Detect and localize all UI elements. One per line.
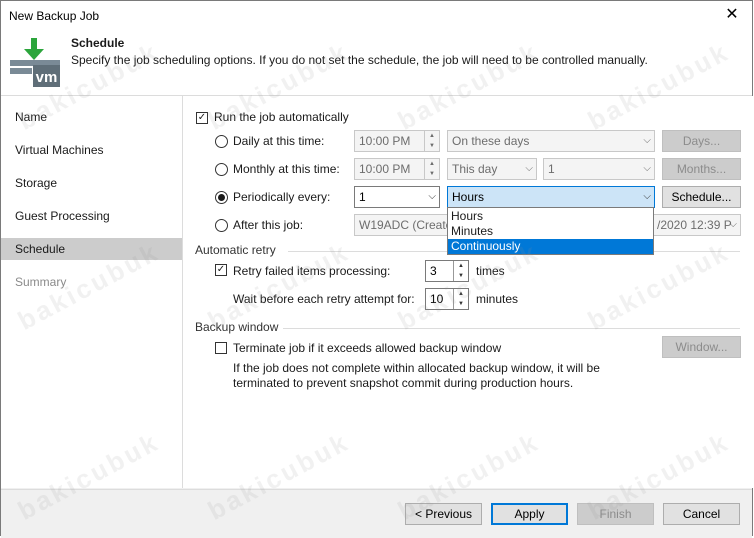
terminate-job-checkbox[interactable] [215,342,227,354]
retry-count-spinner-icon[interactable]: ▲ ▼ [453,261,468,281]
step-description: Specify the job scheduling options. If y… [71,53,648,67]
window-title: New Backup Job [9,9,100,23]
daily-time-spinner-icon[interactable]: ▲ ▼ [424,131,439,151]
dropdown-option-minutes[interactable]: Minutes [448,224,653,239]
monthly-day-number-select[interactable]: 1 ⌵ [543,158,655,180]
backup-window-heading: Backup window [195,320,279,334]
monthly-time-spinner-icon[interactable]: ▲ ▼ [424,159,439,179]
months-button[interactable]: Months... [662,158,741,180]
retry-count-input[interactable]: 3 ▲ ▼ [425,260,469,282]
sidebar-item-summary: Summary [15,275,67,289]
retry-wait-input[interactable]: 10 ▲ ▼ [425,288,469,310]
veeam-vm-logo-icon: vm [8,38,62,88]
after-job-radio[interactable] [215,219,228,232]
wizard-footer: < Previous Apply Finish Cancel [1,489,752,538]
run-automatically-checkbox[interactable]: ✓ [196,112,208,124]
previous-button[interactable]: < Previous [405,503,482,525]
wait-label: Wait before each retry attempt for: [233,292,415,306]
backup-window-note-line2: terminated to prevent snapshot commit du… [233,376,574,390]
sidebar-item-name[interactable]: Name [1,106,182,128]
daily-time-input[interactable]: 10:00 PM ▲ ▼ [354,130,440,152]
monthly-time-input[interactable]: 10:00 PM ▲ ▼ [354,158,440,180]
svg-text:vm: vm [36,69,58,86]
chevron-down-icon: ⌵ [729,219,737,230]
period-unit-dropdown-list: Hours Minutes Continuously [447,207,654,255]
periodically-label: Periodically every: [233,190,331,204]
chevron-down-icon: ⌵ [643,191,651,202]
retry-failed-checkbox[interactable]: ✓ [215,264,227,276]
daily-days-select[interactable]: On these days ⌵ [447,130,655,152]
monthly-day-option-select[interactable]: This day ⌵ [447,158,537,180]
days-button[interactable]: Days... [662,130,741,152]
monthly-radio[interactable] [215,163,228,176]
chevron-down-icon: ⌵ [643,163,651,174]
monthly-label: Monthly at this time: [233,162,340,176]
chevron-down-icon: ⌵ [428,191,436,202]
after-job-label: After this job: [233,218,304,232]
chevron-down-icon: ⌵ [643,135,651,146]
run-automatically-label: Run the job automatically [214,110,349,124]
automatic-retry-heading: Automatic retry [195,243,276,257]
divider [283,328,740,329]
finish-button[interactable]: Finish [577,503,654,525]
period-value-select[interactable]: 1 ⌵ [354,186,440,208]
schedule-button[interactable]: Schedule... [662,186,741,208]
chevron-down-icon: ⌵ [525,163,533,174]
cancel-button[interactable]: Cancel [663,503,740,525]
apply-button[interactable]: Apply [491,503,568,525]
sidebar-item-schedule[interactable]: Schedule [1,238,182,260]
schedule-panel: ✓ Run the job automatically Daily at thi… [183,96,753,488]
step-title: Schedule [71,36,125,50]
sidebar-item-storage[interactable]: Storage [1,172,182,194]
retry-failed-label: Retry failed items processing: [233,264,391,278]
dropdown-option-continuously[interactable]: Continuously [448,239,653,254]
new-backup-job-dialog: New Backup Job ✕ vm Schedule Specify the… [0,0,753,538]
daily-radio[interactable] [215,135,228,148]
close-icon[interactable]: ✕ [722,4,742,24]
sidebar-item-virtual-machines[interactable]: Virtual Machines [1,139,182,161]
wizard-steps-sidebar: Name Virtual Machines Storage Guest Proc… [1,96,183,488]
window-button[interactable]: Window... [662,336,741,358]
retry-times-suffix: times [476,264,505,278]
daily-label: Daily at this time: [233,134,325,148]
sidebar-item-guest-processing[interactable]: Guest Processing [1,205,182,227]
backup-window-note-line1: If the job does not complete within allo… [233,361,600,375]
periodically-radio[interactable] [215,191,228,204]
period-unit-select[interactable]: Hours ⌵ [447,186,655,208]
wait-minutes-suffix: minutes [476,292,519,306]
title-bar: New Backup Job ✕ [1,1,752,31]
dropdown-option-hours[interactable]: Hours [448,209,653,224]
retry-wait-spinner-icon[interactable]: ▲ ▼ [453,289,468,309]
wizard-header: vm Schedule Specify the job scheduling o… [1,31,752,96]
terminate-job-label: Terminate job if it exceeds allowed back… [233,341,502,355]
